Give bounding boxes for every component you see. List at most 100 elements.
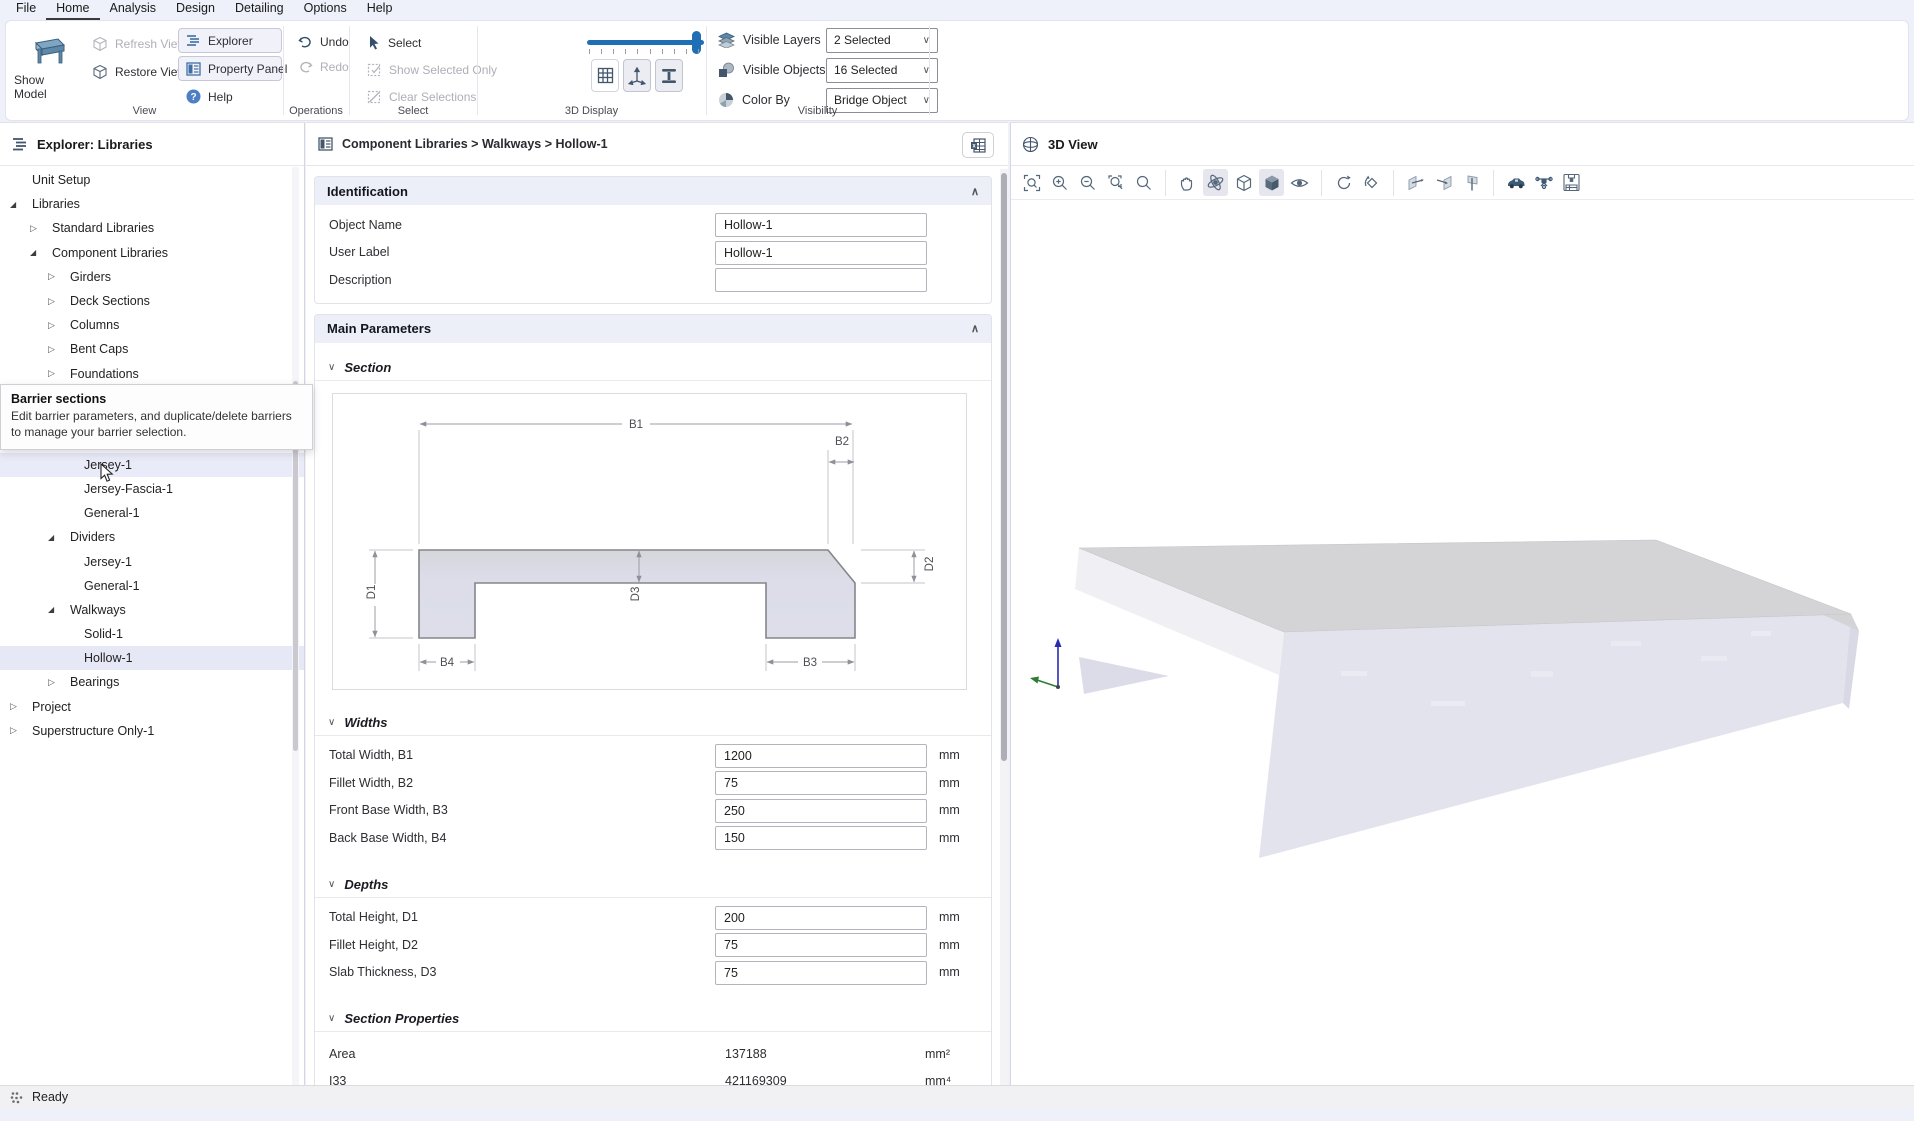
tree-item-jersey-1[interactable]: Jersey-1 xyxy=(0,453,304,477)
collapsed-icon[interactable]: ▷ xyxy=(30,223,52,234)
library-tree: Unit Setup ◢Libraries ▷Standard Librarie… xyxy=(0,166,304,743)
select-button[interactable]: Select xyxy=(359,30,429,55)
properties-scrollbar[interactable] xyxy=(1000,169,1008,1085)
breadcrumb[interactable]: Component Libraries > Walkways > Hollow-… xyxy=(342,137,608,151)
expanded-icon[interactable]: ◢ xyxy=(48,605,70,614)
back-base-width-input[interactable] xyxy=(715,826,927,850)
menu-analysis[interactable]: Analysis xyxy=(100,0,167,20)
select-label: Select xyxy=(388,36,421,50)
tree-item-unit-setup[interactable]: Unit Setup xyxy=(0,168,304,192)
clip-plane-left-icon[interactable] xyxy=(1403,169,1428,196)
front-base-width-input[interactable] xyxy=(715,799,927,823)
total-height-input[interactable] xyxy=(715,906,927,930)
menu-options[interactable]: Options xyxy=(294,0,357,20)
undo-button[interactable]: Undo xyxy=(290,29,357,54)
user-label-input[interactable] xyxy=(715,241,927,265)
tree-item-jersey-fascia-1[interactable]: Jersey-Fascia-1 xyxy=(0,477,304,501)
sidebar-scrollbar[interactable] xyxy=(292,167,299,1085)
perspective-eye-icon[interactable] xyxy=(1287,169,1312,196)
extrude-view-button[interactable] xyxy=(623,59,651,92)
zoom-window-icon[interactable] xyxy=(1103,169,1128,196)
tree-item-bearings[interactable]: ▷Bearings xyxy=(0,670,304,694)
tree-item-component-libraries[interactable]: ◢Component Libraries xyxy=(0,241,304,265)
total-width-input[interactable] xyxy=(715,744,927,768)
tree-item-solid-1[interactable]: Solid-1 xyxy=(0,622,304,646)
visible-layers-dropdown[interactable]: 2 Selected ∨ xyxy=(826,28,938,53)
fillet-width-input[interactable] xyxy=(715,771,927,795)
slab-thickness-input[interactable] xyxy=(715,961,927,985)
section-display-button[interactable] xyxy=(655,59,683,92)
expanded-icon[interactable]: ◢ xyxy=(48,533,70,542)
tree-item-bent-caps[interactable]: ▷Bent Caps xyxy=(0,337,304,361)
tree-item-dividers-jersey-1[interactable]: Jersey-1 xyxy=(0,549,304,573)
rotate-reset-icon[interactable] xyxy=(1359,169,1384,196)
tree-item-project[interactable]: ▷Project xyxy=(0,695,304,719)
tree-item-general-1[interactable]: General-1 xyxy=(0,501,304,525)
tree-item-standard-libraries[interactable]: ▷Standard Libraries xyxy=(0,216,304,240)
collapsed-icon[interactable]: ▷ xyxy=(10,701,32,712)
description-input[interactable] xyxy=(715,268,927,292)
identification-header[interactable]: Identification ∧ xyxy=(315,177,991,205)
collapsed-icon[interactable]: ▷ xyxy=(48,368,70,379)
fly-over-drone-icon[interactable] xyxy=(1531,169,1556,196)
menu-file[interactable]: File xyxy=(6,0,46,20)
collapsed-icon[interactable]: ▷ xyxy=(48,296,70,307)
grid-display-button[interactable] xyxy=(591,59,619,92)
zoom-in-icon[interactable] xyxy=(1047,169,1072,196)
tree-item-columns[interactable]: ▷Columns xyxy=(0,313,304,337)
widths-subheader[interactable]: ∨ Widths xyxy=(315,710,991,736)
menu-home[interactable]: Home xyxy=(46,0,99,20)
wireframe-cube-icon[interactable] xyxy=(1231,169,1256,196)
menu-help[interactable]: Help xyxy=(357,0,403,20)
menu-detailing[interactable]: Detailing xyxy=(225,0,294,20)
main-parameters-header[interactable]: Main Parameters ∧ xyxy=(315,315,991,343)
tree-item-foundations[interactable]: ▷Foundations xyxy=(0,362,304,386)
orbit-icon[interactable] xyxy=(1203,169,1228,196)
expanded-icon[interactable]: ◢ xyxy=(30,248,52,257)
section-subheader[interactable]: ∨ Section xyxy=(315,355,991,381)
collapsed-icon[interactable]: ▷ xyxy=(48,677,70,688)
tree-item-girders[interactable]: ▷Girders xyxy=(0,265,304,289)
identification-card: Identification ∧ Object Name User Label … xyxy=(314,176,992,304)
object-name-input[interactable] xyxy=(715,213,927,237)
collapse-chevron-icon[interactable]: ∧ xyxy=(971,185,979,198)
open-table-button[interactable]: x xyxy=(962,132,994,158)
clip-plane-right-icon[interactable] xyxy=(1431,169,1456,196)
tree-item-walkways[interactable]: ◢Walkways xyxy=(0,598,304,622)
section-cutter-icon[interactable] xyxy=(1559,169,1584,196)
depths-subheader[interactable]: ∨ Depths xyxy=(315,872,991,898)
drive-through-car-icon[interactable] xyxy=(1503,169,1528,196)
view3d-viewport[interactable] xyxy=(1011,201,1914,1085)
fillet-height-input[interactable] xyxy=(715,933,927,957)
tree-item-hollow-1[interactable]: Hollow-1 xyxy=(0,646,304,670)
tree-item-superstructure-only-1[interactable]: ▷Superstructure Only-1 xyxy=(0,719,304,743)
explorer-toggle-button[interactable]: Explorer xyxy=(178,28,282,53)
visible-objects-dropdown[interactable]: 16 Selected ∨ xyxy=(826,58,938,83)
tree-item-dividers-general-1[interactable]: General-1 xyxy=(0,574,304,598)
menu-design[interactable]: Design xyxy=(166,0,225,20)
tree-item-libraries[interactable]: ◢Libraries xyxy=(0,192,304,216)
visible-layers-value: 2 Selected xyxy=(834,33,891,47)
tree-item-deck-sections[interactable]: ▷Deck Sections xyxy=(0,289,304,313)
tree-item-dividers[interactable]: ◢Dividers xyxy=(0,525,304,549)
shaded-cube-icon[interactable] xyxy=(1259,169,1284,196)
expanded-icon[interactable]: ◢ xyxy=(10,200,32,209)
zoom-extents-icon[interactable] xyxy=(1019,169,1044,196)
properties-scrollbar-thumb[interactable] xyxy=(1001,173,1007,761)
collapsed-icon[interactable]: ▷ xyxy=(10,725,32,736)
section-properties-subheader[interactable]: ∨ Section Properties xyxy=(315,1006,991,1032)
clip-plane-vertical-icon[interactable] xyxy=(1459,169,1484,196)
collapsed-icon[interactable]: ▷ xyxy=(48,320,70,331)
rotate-icon[interactable] xyxy=(1331,169,1356,196)
pan-icon[interactable] xyxy=(1175,169,1200,196)
property-panel-toggle-button[interactable]: Property Panel xyxy=(178,56,282,81)
collapsed-icon[interactable]: ▷ xyxy=(48,344,70,355)
collapsed-icon[interactable]: ▷ xyxy=(48,271,70,282)
zoom-icon[interactable] xyxy=(1131,169,1156,196)
display-slider-track[interactable] xyxy=(587,40,704,45)
redo-button[interactable]: Redo xyxy=(290,54,357,79)
explorer-icon xyxy=(186,34,201,48)
zoom-out-icon[interactable] xyxy=(1075,169,1100,196)
collapse-chevron-icon[interactable]: ∧ xyxy=(971,322,979,335)
show-model-button[interactable]: Show Model xyxy=(14,27,80,109)
